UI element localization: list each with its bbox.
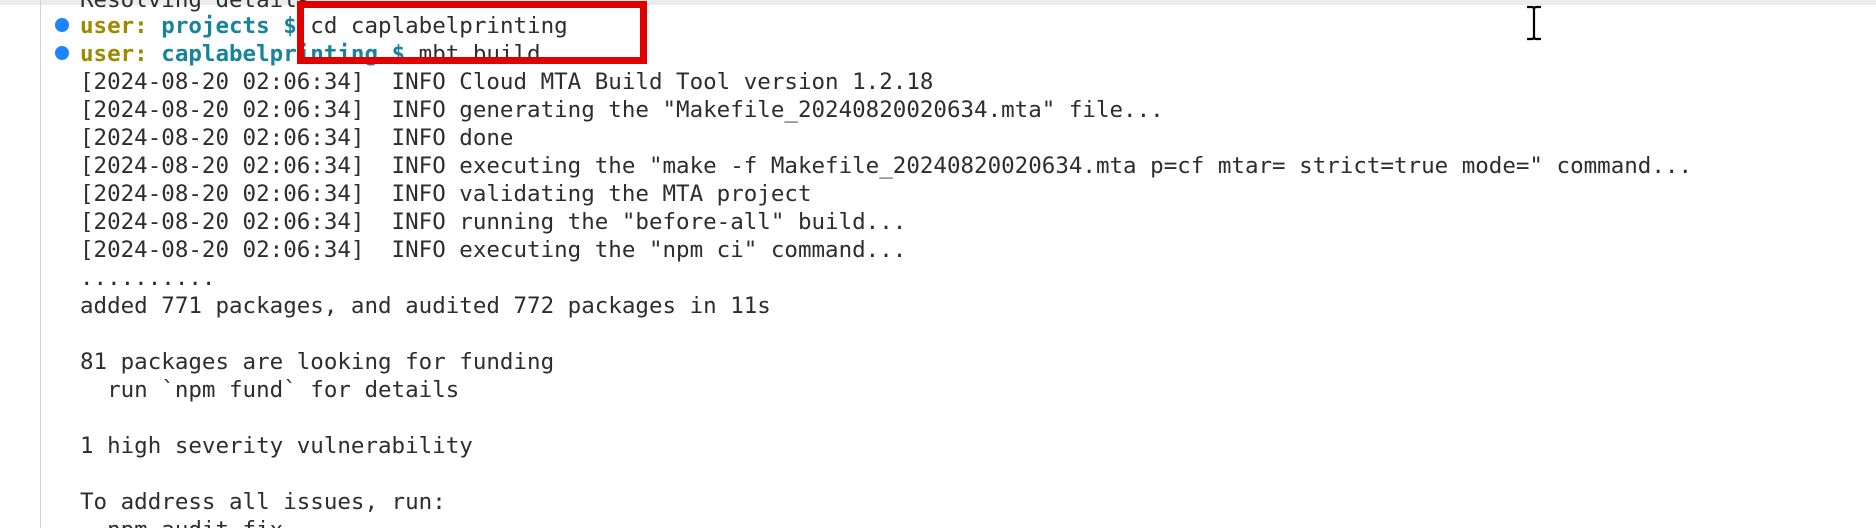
output-line: [2024-08-20 02:06:34] INFO done <box>80 125 514 151</box>
terminal-gutter-divider <box>40 0 41 528</box>
output-line: [2024-08-20 02:06:34] INFO generating th… <box>80 97 1164 123</box>
output-line: 81 packages are looking for funding <box>80 349 555 375</box>
output-line: npm audit fix <box>80 516 283 528</box>
highlight-annotation-box <box>297 1 647 64</box>
prompt-user: user: <box>80 13 148 39</box>
ibeam-cursor-icon <box>1527 5 1541 41</box>
output-line: [2024-08-20 02:06:34] INFO validating th… <box>80 181 812 207</box>
output-line: 1 high severity vulnerability <box>80 433 473 459</box>
output-line: [2024-08-20 02:06:34] INFO executing the… <box>80 237 907 263</box>
prompt-directory: projects <box>161 13 270 39</box>
prompt-user: user: <box>80 41 148 67</box>
output-line: To address all issues, run: <box>80 489 446 515</box>
output-line: [2024-08-20 02:06:34] INFO running the "… <box>80 209 907 235</box>
terminal-panel[interactable]: Resolving details... user: projects $ cd… <box>0 0 1876 528</box>
output-line: .......... <box>80 265 216 291</box>
output-line: run `npm fund` for details <box>80 377 460 403</box>
output-line: added 771 packages, and audited 772 pack… <box>80 293 771 319</box>
command-decoration-dot-icon[interactable] <box>55 46 69 60</box>
output-line: [2024-08-20 02:06:34] INFO Cloud MTA Bui… <box>80 69 934 95</box>
command-decoration-dot-icon[interactable] <box>55 18 69 32</box>
output-line: [2024-08-20 02:06:34] INFO executing the… <box>80 153 1692 179</box>
prompt-symbol: $ <box>283 13 297 39</box>
